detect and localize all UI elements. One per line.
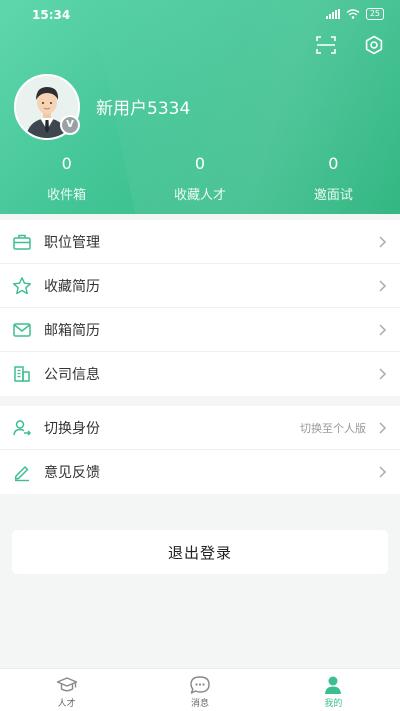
menu-group-account: 切换身份 切换至个人版 意见反馈 [0,406,400,494]
gear-icon [365,35,383,55]
tab-label: 我的 [324,699,343,709]
chat-icon [190,676,210,694]
menu-group-company: 职位管理 收藏简历 邮箱简历 公司信息 [0,220,400,396]
switch-identity-hint: 切换至个人版 [300,421,366,435]
menu-item-saved-resumes[interactable]: 收藏简历 [0,264,400,308]
stat-value: 0 [194,154,206,173]
briefcase-icon [13,234,31,250]
menu-item-email-resumes[interactable]: 邮箱简历 [0,308,400,352]
scan-button[interactable] [314,33,338,57]
status-time: 15:34 [32,8,71,22]
chevron-right-icon [379,466,387,478]
menu-label: 邮箱简历 [44,322,100,339]
chevron-right-icon [379,368,387,380]
building-icon [14,366,30,382]
username: 新用户5334 [96,99,191,119]
status-icons: 25 [325,8,384,20]
menu-label: 意见反馈 [44,465,100,481]
tab-messages[interactable]: 消息 [133,669,266,711]
edit-icon [14,466,29,482]
settings-button[interactable] [362,33,386,57]
menu-label: 公司信息 [44,367,100,383]
menu-label: 切换身份 [44,420,100,437]
stat-value: 0 [328,154,339,173]
stat-label: 收件箱 [47,188,87,203]
graduation-cap-icon [56,677,77,692]
switch-user-icon [13,420,32,436]
stat-interview-invites[interactable]: 0 邀面试 [267,152,400,203]
menu-item-company-info[interactable]: 公司信息 [0,352,400,396]
tab-label: 人才 [57,699,76,709]
signal-icon [325,9,340,19]
tab-talent[interactable]: 人才 [0,669,133,711]
mail-icon [13,323,31,337]
header-actions [314,33,386,57]
tab-label: 消息 [190,699,209,709]
user-icon [325,676,342,694]
stat-value: 0 [61,154,72,173]
scan-icon [316,36,336,54]
star-icon [13,277,31,295]
stat-saved-talent[interactable]: 0 收藏人才 [133,152,266,203]
status-bar: 15:34 25 [0,0,400,30]
menu-item-job-management[interactable]: 职位管理 [0,220,400,264]
verified-badge: V [60,115,80,135]
chevron-right-icon [379,236,387,248]
stat-inbox[interactable]: 0 收件箱 [0,152,133,203]
menu-label: 职位管理 [44,234,100,251]
chevron-right-icon [379,422,387,434]
chevron-right-icon [379,280,387,292]
bottom-tab-bar: 人才 消息 我的 [0,668,400,711]
chevron-right-icon [379,324,387,336]
menu-label: 收藏简历 [44,278,100,295]
menu-item-feedback[interactable]: 意见反馈 [0,450,400,494]
logout-button[interactable]: 退出登录 [12,530,388,574]
stats-row: 0 收件箱 0 收藏人才 0 邀面试 [0,152,400,203]
stat-label: 邀面试 [313,188,353,203]
stat-label: 收藏人才 [173,188,226,203]
battery-icon: 25 [365,8,384,20]
tab-mine[interactable]: 我的 [267,669,400,711]
profile-header: 15:34 25 V 新用户5334 0 收件箱 0 收藏人才 0 邀面试 [0,0,400,214]
wifi-icon [346,9,360,19]
menu-item-switch-identity[interactable]: 切换身份 切换至个人版 [0,406,400,450]
